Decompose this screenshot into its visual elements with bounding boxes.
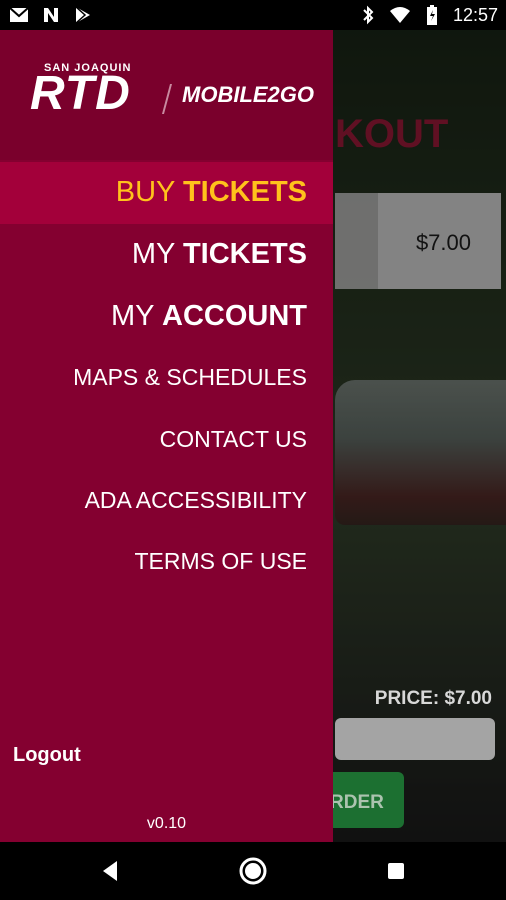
gmail-icon (8, 4, 30, 26)
logo-mobile2go: MOBILE2GO (182, 82, 315, 107)
menu-item-label: BUY (115, 176, 183, 208)
system-nav-bar (0, 842, 506, 900)
menu-item-ada-accessibility[interactable]: ADA ACCESSIBILITY (85, 487, 307, 514)
back-button[interactable] (80, 842, 140, 900)
recents-icon (388, 863, 404, 879)
status-bar: 12:57 (0, 0, 506, 30)
menu-item-my-tickets[interactable]: MY TICKETS (132, 238, 307, 271)
rtd-mobile2go-logo: SAN JOAQUIN RTD MOBILE2GO (30, 62, 314, 147)
n-icon (40, 4, 62, 26)
logo-rtd: RTD (30, 67, 131, 120)
logo-divider (161, 84, 173, 114)
menu-item-label: MY (110, 300, 162, 332)
battery-icon (421, 4, 443, 26)
recents-button[interactable] (366, 842, 426, 900)
background-price-label: PRICE: $7.00 (374, 688, 492, 709)
menu-item-buy-tickets[interactable]: BUY TICKETS (116, 176, 307, 209)
clock: 12:57 (452, 5, 498, 25)
version-label: v0.10 (146, 815, 187, 832)
menu-item-my-account[interactable]: MY ACCOUNT (111, 300, 307, 333)
menu-item-terms-of-use[interactable]: TERMS OF USE (134, 548, 307, 575)
home-icon (239, 857, 267, 885)
home-button[interactable] (223, 842, 283, 900)
bluetooth-icon (357, 4, 379, 26)
logout-button[interactable]: Logout (13, 744, 81, 767)
background-title: KOUT (335, 112, 449, 156)
navigation-drawer: SAN JOAQUIN RTD MOBILE2GO BUY TICKETS MY… (0, 30, 333, 842)
menu-item-label: MY (131, 238, 183, 270)
menu-item-label-bold: ACCOUNT (162, 300, 307, 332)
back-icon (103, 861, 117, 881)
play-store-icon (72, 4, 94, 26)
wifi-icon (389, 4, 411, 26)
menu-item-label-bold: TICKETS (182, 176, 307, 208)
menu-item-contact-us[interactable]: CONTACT US (160, 426, 307, 453)
menu-item-maps-schedules[interactable]: MAPS & SCHEDULES (73, 364, 307, 391)
background-input (335, 718, 495, 760)
menu-item-label-bold: TICKETS (182, 238, 307, 270)
background-order-label: RDER (330, 792, 384, 813)
